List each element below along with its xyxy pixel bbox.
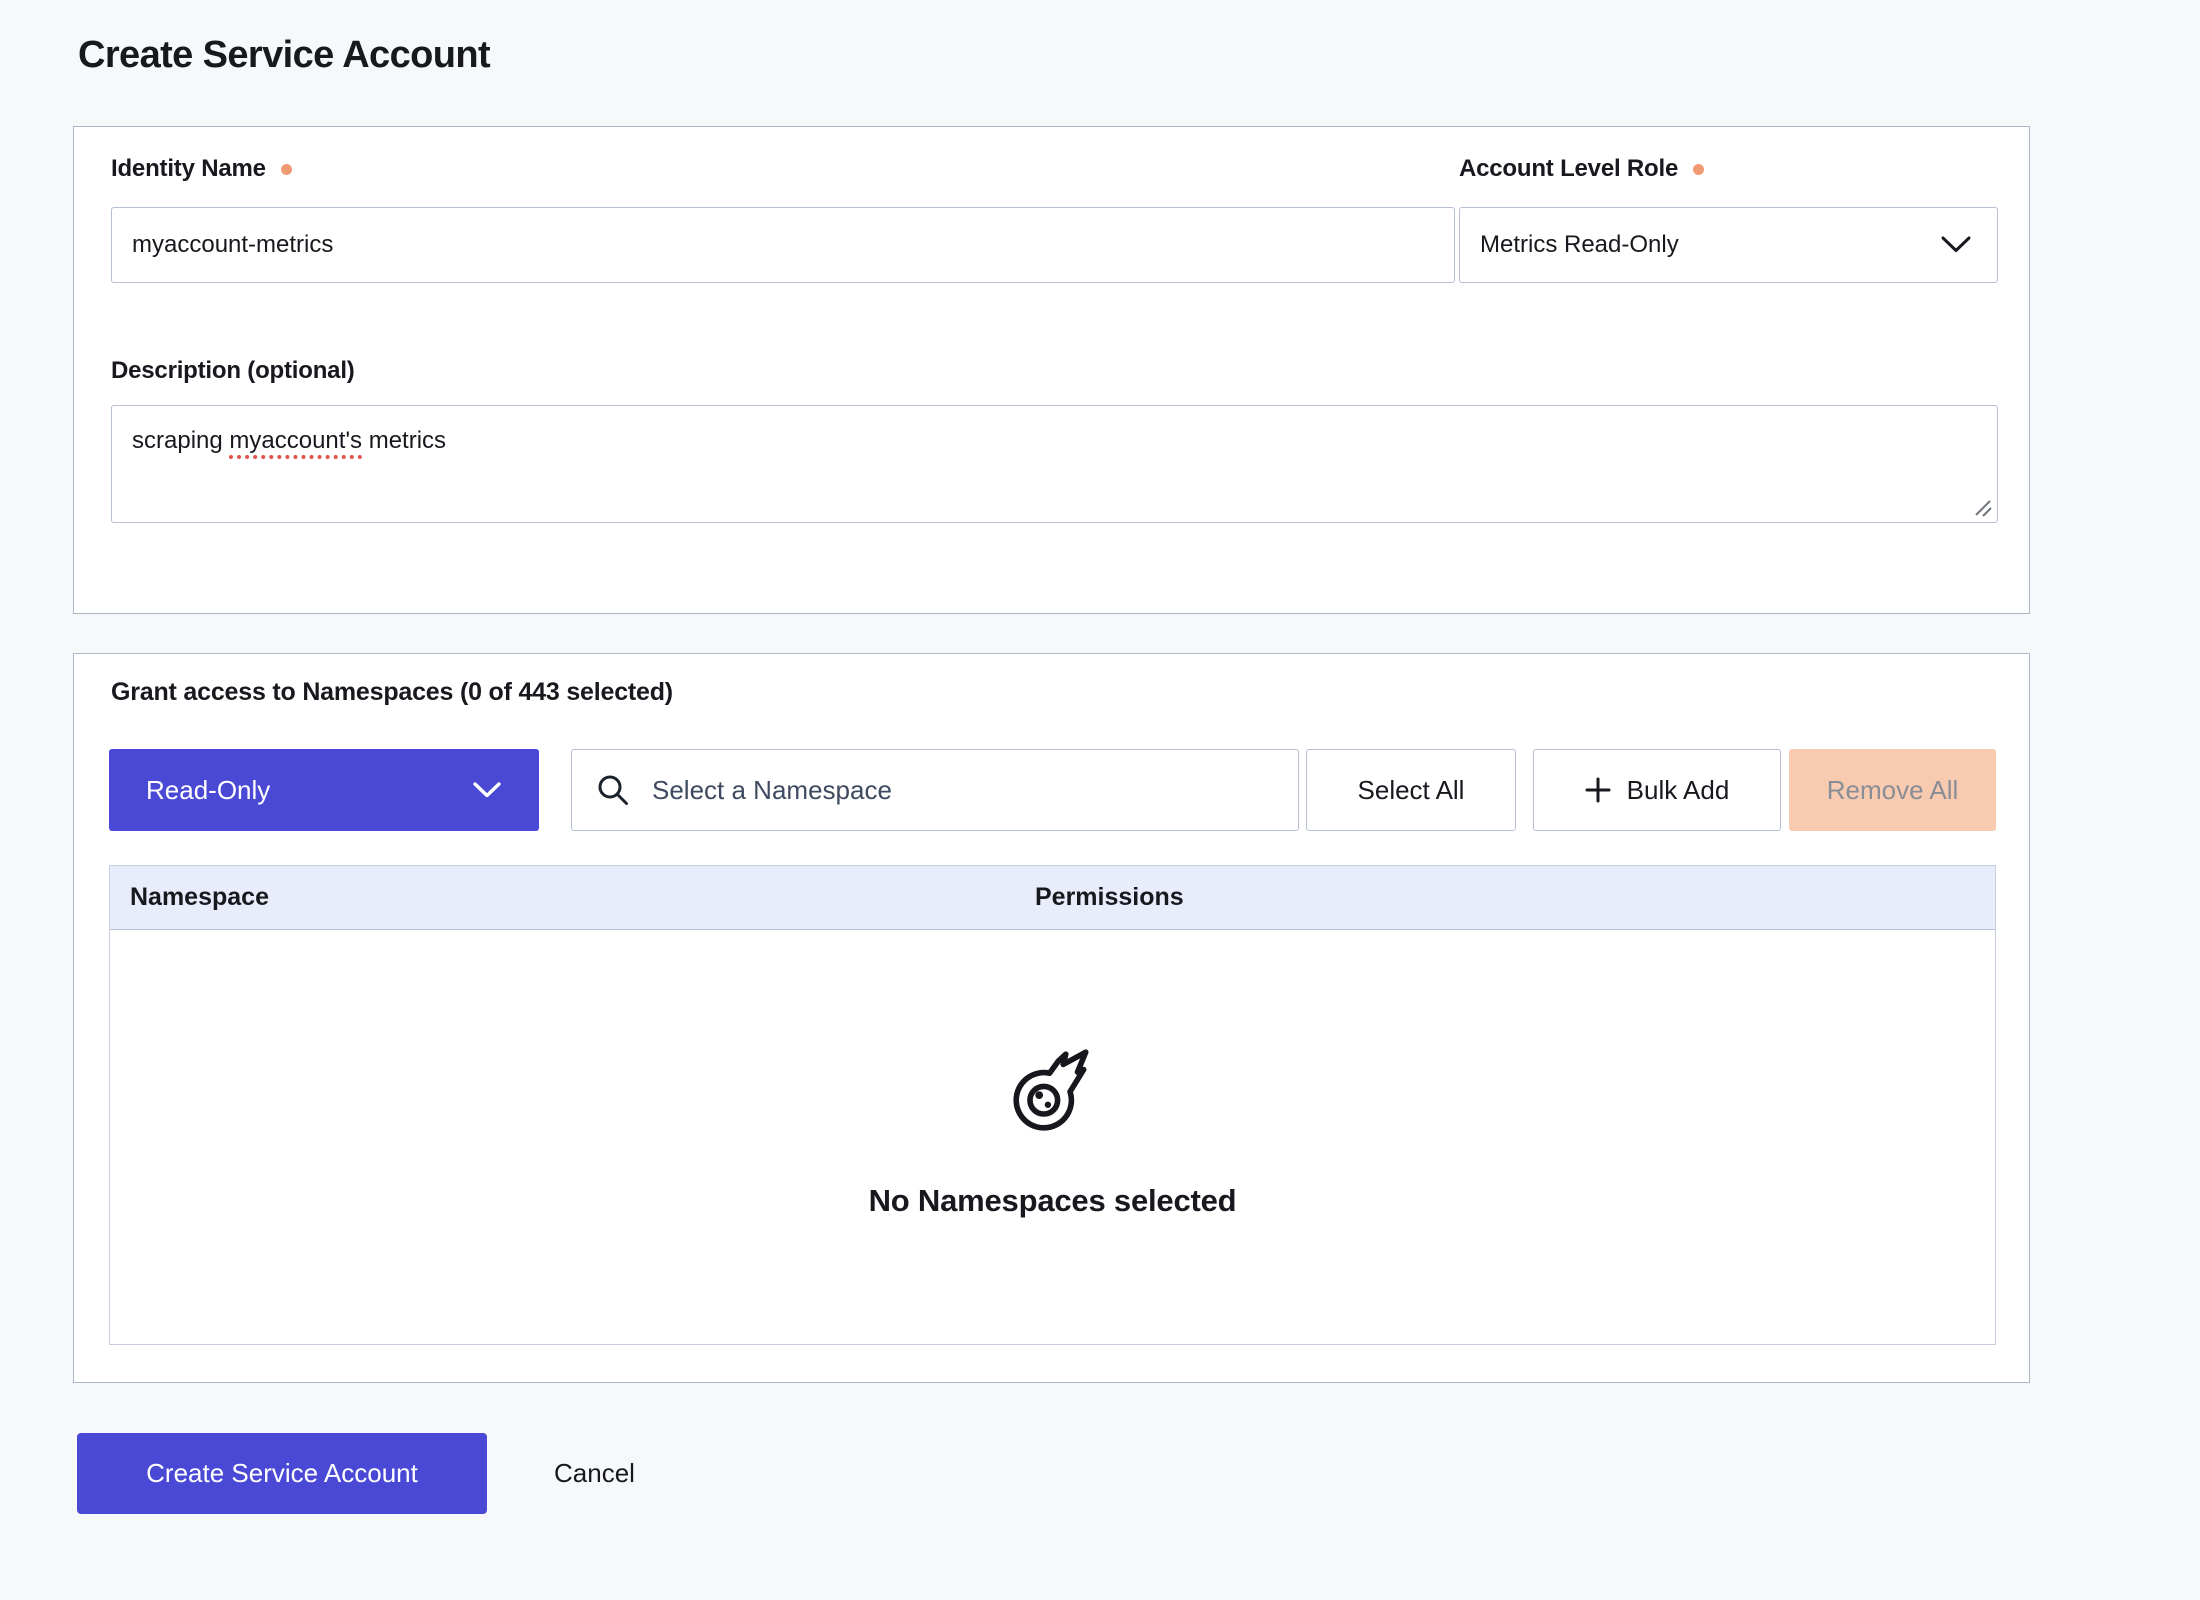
account-level-role-label-text: Account Level Role xyxy=(1459,155,1678,183)
description-label: Description (optional) xyxy=(111,357,355,385)
cancel-button[interactable]: Cancel xyxy=(540,1441,649,1506)
bulk-add-label: Bulk Add xyxy=(1627,775,1730,806)
namespaces-card: Grant access to Namespaces (0 of 443 sel… xyxy=(73,653,2030,1383)
empty-state-message: No Namespaces selected xyxy=(869,1183,1237,1219)
comet-icon xyxy=(1007,1045,1099,1137)
resize-grip-icon[interactable] xyxy=(1973,498,1993,518)
account-level-role-select[interactable]: Metrics Read-Only xyxy=(1459,207,1998,283)
required-dot xyxy=(281,164,292,175)
details-card: Identity Name Account Level Role Metrics… xyxy=(73,126,2030,614)
identity-name-label: Identity Name xyxy=(111,155,292,183)
required-dot xyxy=(1693,164,1704,175)
select-all-label: Select All xyxy=(1358,775,1465,806)
description-text-misspelled: myaccount's xyxy=(229,427,362,454)
namespaces-table: Namespace Permissions No Namespaces sele… xyxy=(109,865,1996,1345)
remove-all-label: Remove All xyxy=(1827,775,1959,806)
identity-name-label-text: Identity Name xyxy=(111,155,266,183)
namespaces-table-header: Namespace Permissions xyxy=(110,866,1995,930)
search-icon xyxy=(596,773,630,807)
description-textarea[interactable]: scraping myaccount's metrics xyxy=(111,405,1998,523)
namespace-search-input[interactable] xyxy=(650,749,1298,831)
account-level-role-label: Account Level Role xyxy=(1459,155,1704,183)
chevron-down-icon xyxy=(473,782,501,799)
account-level-role-value: Metrics Read-Only xyxy=(1480,231,1679,259)
namespace-role-filter-dropdown[interactable]: Read-Only xyxy=(109,749,539,831)
description-label-text: Description (optional) xyxy=(111,357,355,385)
description-text: metrics xyxy=(362,427,446,454)
namespaces-heading: Grant access to Namespaces (0 of 443 sel… xyxy=(111,678,673,707)
bulk-add-button[interactable]: Bulk Add xyxy=(1533,749,1781,831)
namespace-search xyxy=(571,749,1299,831)
remove-all-button: Remove All xyxy=(1789,749,1996,831)
column-header-permissions: Permissions xyxy=(1035,883,1184,912)
plus-icon xyxy=(1585,777,1611,803)
namespace-role-filter-value: Read-Only xyxy=(146,775,270,806)
chevron-down-icon xyxy=(1941,236,1971,254)
select-all-button[interactable]: Select All xyxy=(1306,749,1516,831)
description-text: scraping xyxy=(132,427,229,454)
page-title: Create Service Account xyxy=(78,34,490,77)
create-service-account-button[interactable]: Create Service Account xyxy=(77,1433,487,1514)
column-header-namespace: Namespace xyxy=(110,883,1035,912)
namespaces-table-body: No Namespaces selected xyxy=(110,930,1995,1344)
identity-name-input[interactable] xyxy=(111,207,1455,283)
